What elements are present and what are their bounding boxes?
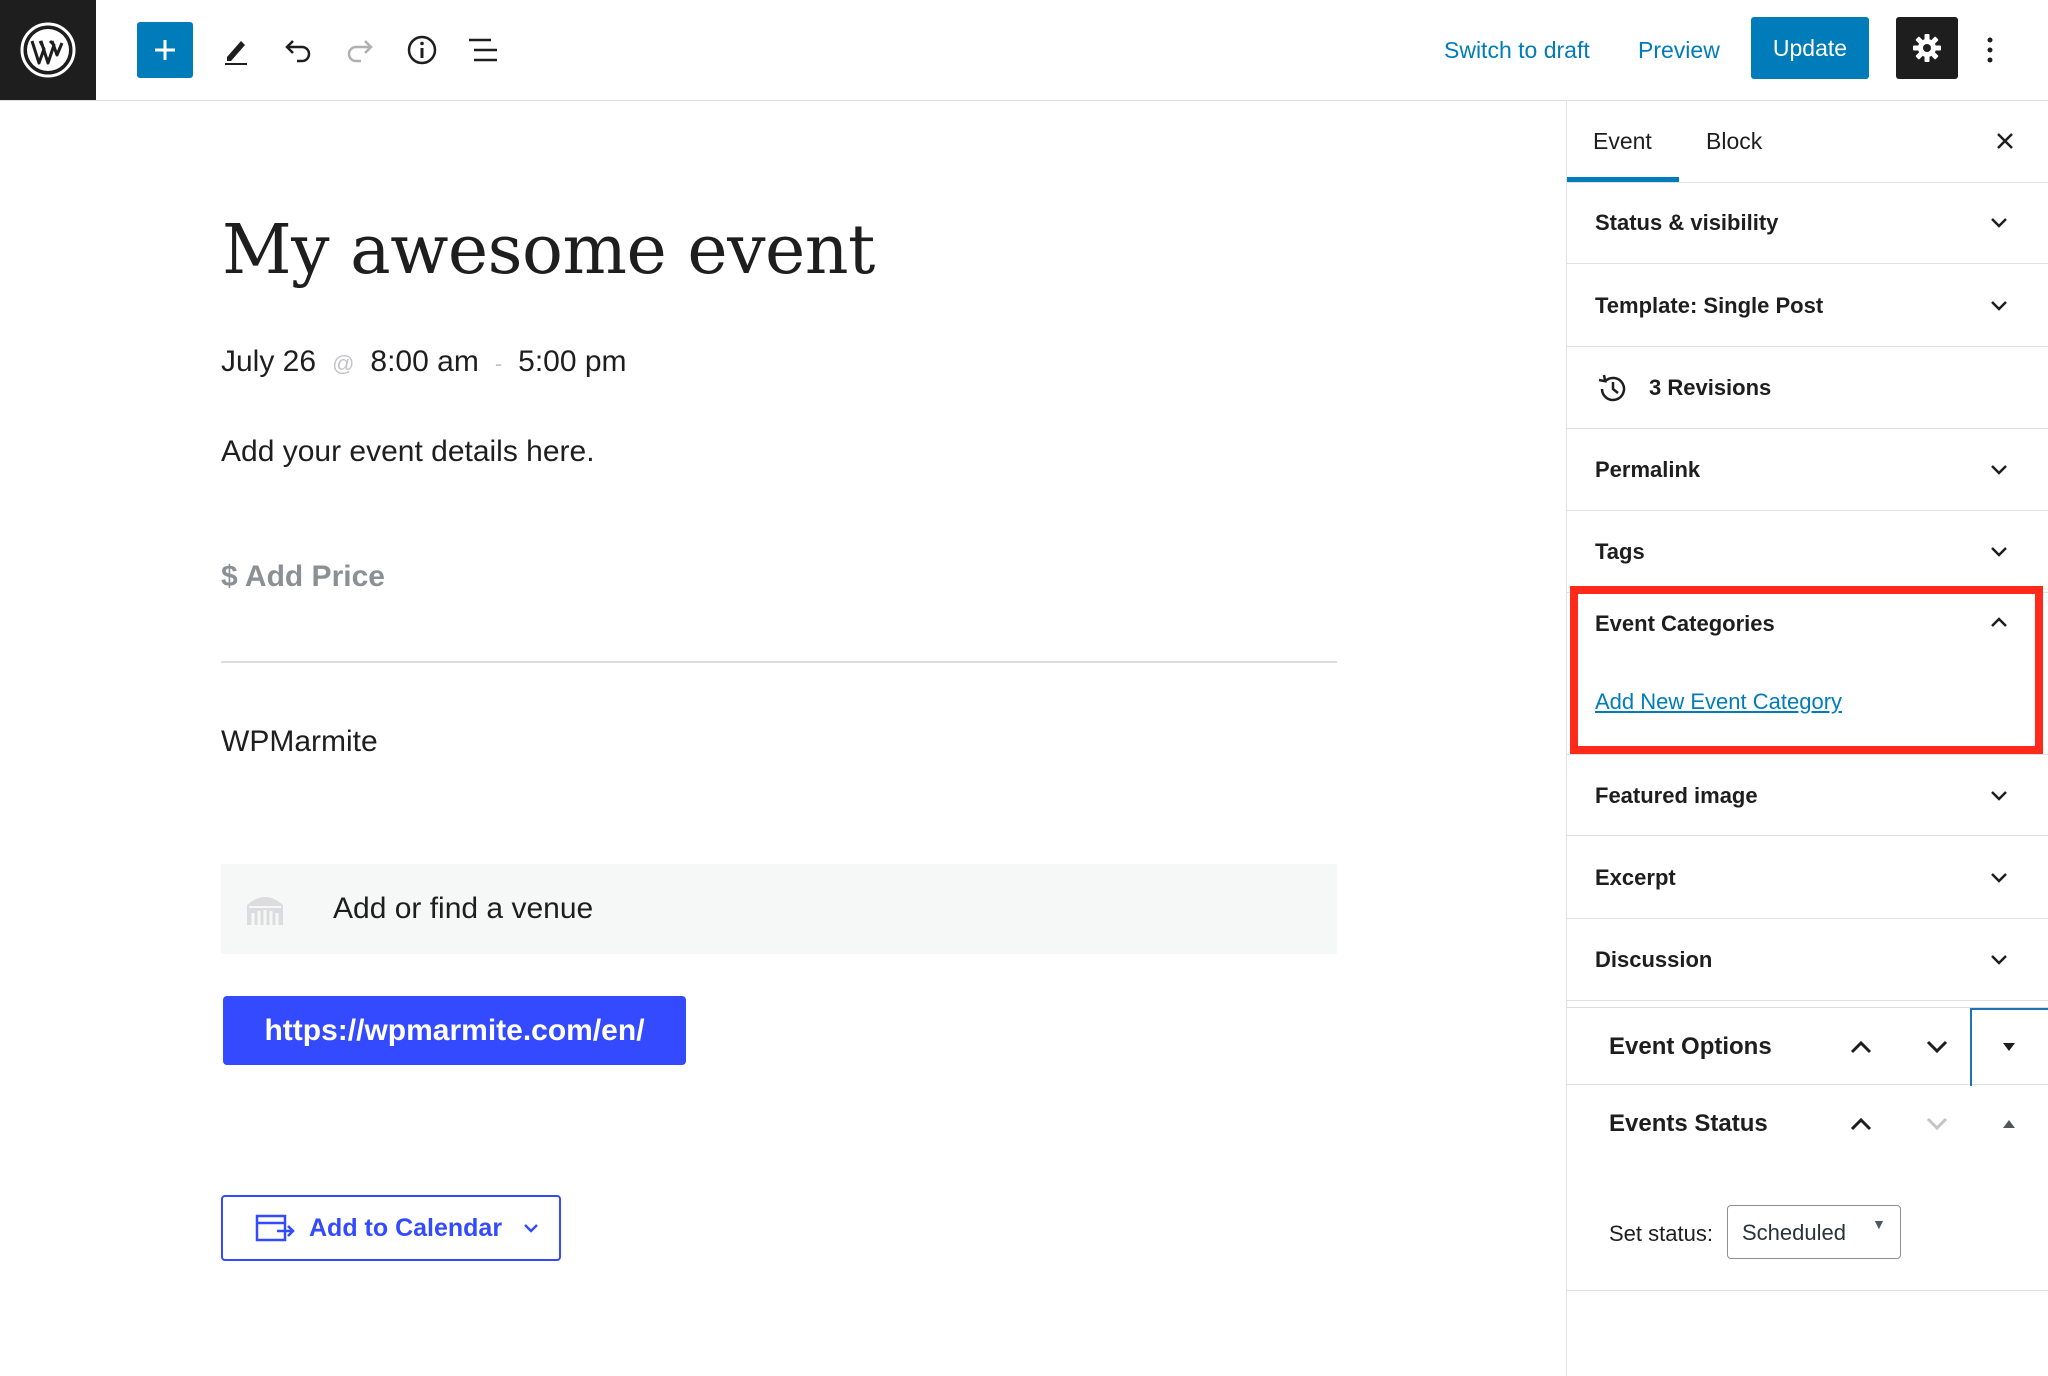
- panel-revisions[interactable]: 3 Revisions: [1567, 347, 2048, 429]
- sidebar-tabs: Event Block: [1567, 101, 2048, 183]
- chevron-up-icon: [1850, 1040, 1872, 1054]
- more-vertical-icon: [1987, 37, 1993, 63]
- redo-icon: [347, 40, 373, 63]
- panel-template[interactable]: Template: Single Post: [1567, 265, 2048, 347]
- chevron-up-icon: [1850, 1117, 1872, 1131]
- chevron-down-icon: [522, 1222, 540, 1234]
- add-to-calendar-button[interactable]: Add to Calendar: [221, 1195, 561, 1261]
- add-block-button[interactable]: [137, 22, 193, 78]
- panel-title: Template: Single Post: [1595, 293, 1824, 318]
- dropdown-arrow-icon: ▼: [1872, 1216, 1886, 1232]
- event-datetime[interactable]: July 26 @ 8:00 am - 5:00 pm: [221, 345, 627, 379]
- tools-button[interactable]: [208, 22, 264, 78]
- move-down-button[interactable]: [1915, 1025, 1959, 1069]
- update-button[interactable]: Update: [1751, 17, 1869, 79]
- set-status-label: Set status:: [1609, 1221, 1713, 1246]
- event-date: July 26: [221, 345, 317, 378]
- list-view-icon: [469, 38, 497, 62]
- settings-button[interactable]: [1896, 17, 1958, 79]
- panel-featured-image[interactable]: Featured image: [1567, 754, 2048, 836]
- metabox-title: Events Status: [1609, 1110, 1768, 1137]
- add-to-calendar-label: Add to Calendar: [309, 1213, 503, 1242]
- events-status-content: Set status: Scheduled ▼: [1567, 1187, 2048, 1291]
- move-down-button[interactable]: [1915, 1102, 1959, 1146]
- panel-title: Status & visibility: [1595, 210, 1779, 235]
- list-view-button[interactable]: [455, 22, 511, 78]
- gear-icon: [1913, 34, 1941, 62]
- time-separator: -: [494, 351, 503, 376]
- caret-up-icon: [2003, 1120, 2015, 1128]
- chevron-down-icon: [1985, 864, 2013, 892]
- divider: [221, 661, 1337, 663]
- venue-icon: [243, 887, 287, 931]
- chevron-down-icon: [1985, 782, 2013, 810]
- info-icon: [407, 35, 437, 65]
- options-button[interactable]: [1972, 22, 2008, 78]
- chevron-down-icon: [1926, 1040, 1948, 1054]
- panel-discussion[interactable]: Discussion: [1567, 919, 2048, 1001]
- details-button[interactable]: [394, 22, 450, 78]
- redo-button[interactable]: [332, 22, 388, 78]
- panel-event-categories: Event Categories Add New Event Category: [1567, 586, 2048, 754]
- move-up-button[interactable]: [1839, 1102, 1883, 1146]
- move-up-button[interactable]: [1839, 1025, 1883, 1069]
- panel-tags[interactable]: Tags: [1567, 511, 2048, 593]
- chevron-down-icon: [1985, 292, 2013, 320]
- panel-title[interactable]: Event Categories: [1595, 611, 1775, 637]
- close-icon: [1997, 133, 2013, 149]
- switch-to-draft-button[interactable]: Switch to draft: [1444, 30, 1590, 70]
- panel-excerpt[interactable]: Excerpt: [1567, 837, 2048, 919]
- event-website-button[interactable]: https://wpmarmite.com/en/: [223, 996, 686, 1065]
- calendar-export-icon: [255, 1211, 295, 1245]
- venue-placeholder: Add or find a venue: [333, 892, 594, 925]
- chevron-up-icon[interactable]: [1985, 608, 2013, 636]
- add-new-event-category-link[interactable]: Add New Event Category: [1595, 689, 1842, 715]
- at-separator: @: [332, 351, 355, 376]
- event-details-paragraph[interactable]: Add your event details here.: [221, 435, 595, 469]
- panel-title: Tags: [1595, 539, 1645, 564]
- settings-sidebar: Event Block Status & visibility Template…: [1566, 101, 2048, 1376]
- preview-button[interactable]: Preview: [1638, 30, 1720, 70]
- event-start-time: 8:00 am: [370, 345, 479, 378]
- panel-title: Permalink: [1595, 457, 1701, 482]
- chevron-down-icon: [1985, 538, 2013, 566]
- chevron-down-icon: [1926, 1117, 1948, 1131]
- metabox-title: Event Options: [1609, 1033, 1772, 1060]
- wordpress-logo-icon[interactable]: [0, 0, 96, 100]
- chevron-down-icon: [1985, 209, 2013, 237]
- editor-toolbar: Switch to draft Preview Update: [0, 0, 2048, 101]
- panel-status-visibility[interactable]: Status & visibility: [1567, 182, 2048, 264]
- tab-block[interactable]: Block: [1706, 101, 1762, 182]
- panel-title: 3 Revisions: [1649, 375, 1772, 400]
- status-select-value: Scheduled: [1742, 1220, 1846, 1245]
- chevron-down-icon: [1985, 456, 2013, 484]
- organizer-name[interactable]: WPMarmite: [221, 725, 378, 759]
- metabox-event-options: Event Options: [1567, 1007, 2048, 1086]
- editor-canvas: My awesome event July 26 @ 8:00 am - 5:0…: [0, 101, 1566, 1376]
- panel-title: Excerpt: [1595, 865, 1676, 890]
- tab-event[interactable]: Event: [1593, 101, 1652, 182]
- panel-title: Featured image: [1595, 783, 1758, 808]
- undo-icon: [285, 40, 311, 63]
- caret-down-icon: [2003, 1043, 2015, 1051]
- close-sidebar-button[interactable]: [1983, 119, 2027, 163]
- pencil-icon: [225, 41, 247, 65]
- status-select[interactable]: Scheduled ▼: [1727, 1205, 1901, 1259]
- toggle-panel-button[interactable]: [1987, 1025, 2031, 1069]
- panel-title: Discussion: [1595, 947, 1713, 972]
- toggle-panel-button[interactable]: [1987, 1102, 2031, 1146]
- metabox-events-status: Events Status: [1567, 1085, 2048, 1163]
- add-price-field[interactable]: $ Add Price: [221, 560, 385, 594]
- history-icon: [1595, 371, 1631, 407]
- event-end-time: 5:00 pm: [518, 345, 627, 378]
- undo-button[interactable]: [270, 22, 326, 78]
- panel-permalink[interactable]: Permalink: [1567, 429, 2048, 511]
- plus-icon: [155, 40, 175, 60]
- venue-block[interactable]: Add or find a venue: [221, 864, 1337, 954]
- chevron-down-icon: [1985, 946, 2013, 974]
- post-title[interactable]: My awesome event: [222, 211, 875, 290]
